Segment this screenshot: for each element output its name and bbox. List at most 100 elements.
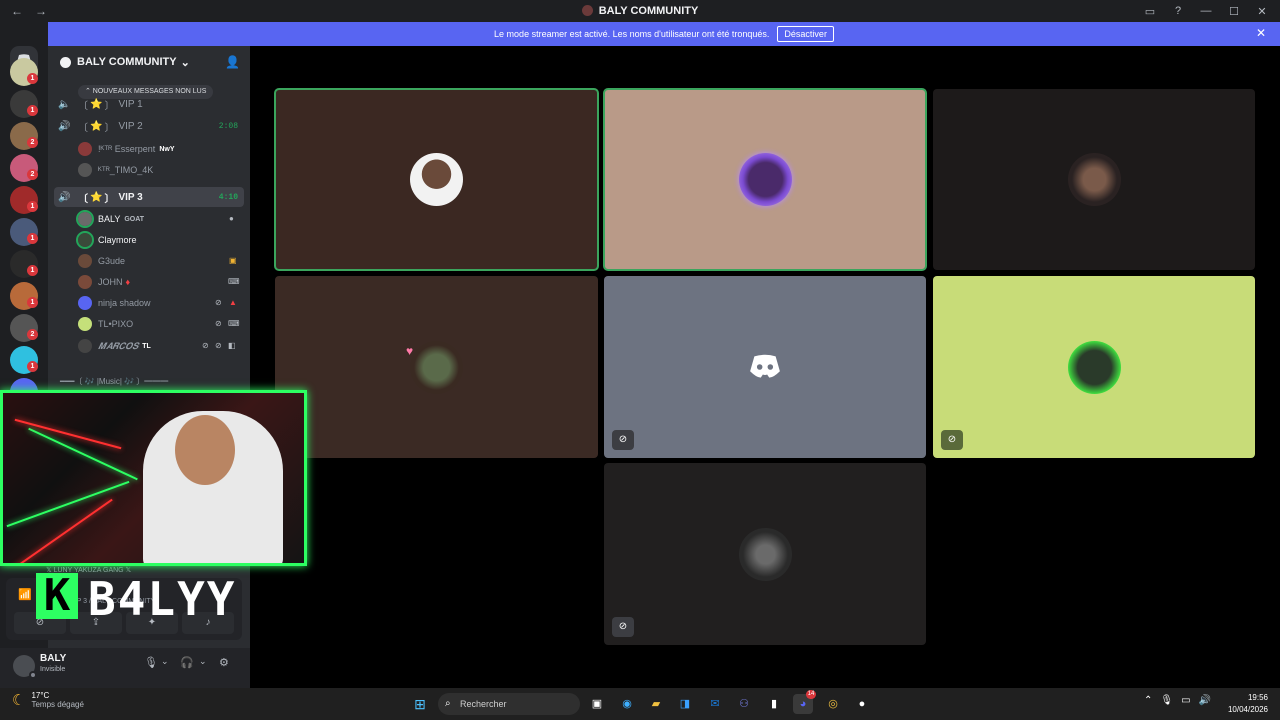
microphone-icon[interactable]: 🎙 <box>1160 695 1173 706</box>
edge-icon[interactable]: ◉ <box>617 694 637 714</box>
guild-badge: 1 <box>27 201 38 212</box>
video-tile[interactable] <box>603 88 927 271</box>
video-tile[interactable]: ⊘ <box>604 276 926 458</box>
user-name: 𝑴𝑨𝑹𝑪𝑶𝑺 <box>98 340 139 351</box>
windows-start-icon[interactable]: ⊞ <box>410 694 430 714</box>
disable-streamer-button[interactable]: Désactiver <box>777 26 834 42</box>
weather-text: Temps dégagé <box>31 700 84 709</box>
store-icon[interactable]: ◨ <box>675 694 695 714</box>
server-header[interactable]: BALY COMMUNITY ⌄ 👤 <box>48 46 250 78</box>
file-explorer-icon[interactable]: ▰ <box>646 694 666 714</box>
voice-user[interactable]: JOHN ♦ <box>78 273 130 291</box>
avatar <box>76 210 94 228</box>
chevron-down-icon[interactable]: ⌄ <box>199 656 207 667</box>
speaker-icon: 🔊 <box>58 120 71 132</box>
avatar <box>78 339 92 353</box>
outlook-icon[interactable]: ✉ <box>705 694 725 714</box>
video-tile[interactable] <box>274 88 599 271</box>
voice-user[interactable]: G3ude <box>78 252 125 270</box>
muted-mic-icon: ⊘ <box>941 430 963 450</box>
minimize-button[interactable]: — <box>1194 5 1218 17</box>
clock[interactable]: 19:56 10/04/2026 <box>1228 692 1268 716</box>
voice-user[interactable]: BALY GOAT <box>76 210 144 228</box>
overlay-logo-k: K <box>36 573 78 619</box>
voice-user[interactable]: !ᴷᵀᴿ Esserpent NwY <box>78 140 174 158</box>
user-name: Claymore <box>98 235 137 245</box>
microphone-icon[interactable]: 🎙 <box>144 656 158 669</box>
avatar <box>78 317 92 331</box>
window-title-text: BALY COMMUNITY <box>598 5 699 17</box>
video-tile[interactable]: ⊘ <box>604 463 926 645</box>
voice-channel-vip3[interactable]: 🔊 〔 ⭐ 〕 VIP 3 4:10 <box>54 187 244 207</box>
help-icon[interactable]: ? <box>1166 5 1190 17</box>
avatar <box>78 163 92 177</box>
voice-channel-vip1[interactable]: 🔈 〔 ⭐ 〕 VIP 1 <box>54 94 244 114</box>
deafened-icon: ⊘ <box>215 341 222 350</box>
terminal-icon[interactable]: ▮ <box>764 694 784 714</box>
taskbar-search[interactable]: ⌕ Rechercher <box>438 693 580 715</box>
guild-badge: 2 <box>27 137 38 148</box>
windows-taskbar: ☾ 17°C Temps dégagé ⊞ ⌕ Rechercher ▣ ◉ ▰ … <box>0 688 1280 720</box>
bracket: 〔 <box>78 193 88 205</box>
title-bar: ← → BALY COMMUNITY ▭ ? — ☐ ✕ <box>0 0 1280 22</box>
banner-message: Le mode streamer est activé. Les noms d'… <box>494 29 770 39</box>
add-member-icon[interactable]: 👤 <box>225 55 240 69</box>
status-icon: ● <box>229 214 234 223</box>
voice-user[interactable]: TL•PIXO <box>78 315 133 333</box>
heart-icon: ♥ <box>406 344 414 358</box>
chevron-up-icon[interactable]: ⌃ <box>1144 695 1152 706</box>
gamepad-icon: ⌨ <box>228 277 240 286</box>
chevron-down-icon[interactable]: ⌄ <box>161 656 169 667</box>
settings-gear-icon[interactable]: ⚙ <box>219 656 229 669</box>
maximize-button[interactable]: ☐ <box>1222 5 1246 18</box>
activity-icon: ▲ <box>229 298 237 307</box>
voice-channel-vip2[interactable]: 🔊 〔 ⭐ 〕 VIP 2 2:08 <box>54 116 244 136</box>
deafened-icon: ⊘ <box>612 617 634 637</box>
user-name: ᴷᵀᴿ_TIMO_4K <box>98 165 154 175</box>
drop-icon: ♦ <box>125 277 131 287</box>
weather-widget[interactable]: ☾ 17°C Temps dégagé <box>12 691 84 709</box>
channel-duration: 2:08 <box>218 121 238 131</box>
network-icon[interactable]: ▭ <box>1181 695 1190 706</box>
inbox-icon[interactable]: ▭ <box>1138 5 1162 18</box>
streamer-face <box>175 415 235 485</box>
speaker-icon: 🔊 <box>58 191 71 203</box>
bracket: 〕 <box>104 193 115 205</box>
voice-user[interactable]: Claymore <box>76 231 137 249</box>
discord-badge: 14 <box>806 690 816 699</box>
guild-badge: 1 <box>27 105 38 116</box>
chrome-icon[interactable]: ◎ <box>823 694 843 714</box>
headset-icon[interactable]: 🎧 <box>180 656 194 669</box>
user-name: ninja shadow <box>98 298 151 308</box>
server-icon <box>581 5 593 16</box>
volume-icon[interactable]: 🔊 <box>1199 695 1211 706</box>
video-tile[interactable]: ⊘ <box>933 276 1255 458</box>
speaker-icon: 🔈 <box>58 98 71 110</box>
voice-user[interactable]: ᴷᵀᴿ_TIMO_4K <box>78 161 153 179</box>
close-button[interactable]: ✕ <box>1250 5 1274 18</box>
back-arrow-icon[interactable]: ← <box>10 4 24 18</box>
video-tile[interactable]: ♥ <box>275 276 598 458</box>
music-category[interactable]: ━━━〔 🎶 |Music| 🎶 〕━━━ <box>60 376 230 387</box>
channel-name: VIP 3 <box>118 191 143 203</box>
app-icon[interactable]: ● <box>852 694 872 714</box>
voice-user[interactable]: ninja shadow <box>78 294 151 312</box>
clock-time: 19:56 <box>1247 693 1268 702</box>
neon-line <box>28 427 138 481</box>
neon-line <box>14 418 122 450</box>
streamer-webcam-overlay <box>0 390 307 566</box>
task-view-icon[interactable]: ▣ <box>587 694 607 714</box>
voice-user[interactable]: 𝑴𝑨𝑹𝑪𝑶𝑺 TL <box>78 337 151 355</box>
avatar <box>410 153 463 206</box>
teams-icon[interactable]: ⚇ <box>734 694 754 714</box>
server-badge-icon <box>60 56 71 68</box>
forward-arrow-icon[interactable]: → <box>34 4 48 18</box>
video-tile[interactable] <box>933 89 1255 270</box>
user-name: BALY <box>40 653 67 664</box>
system-tray: ⌃ 🎙 ▭ 🔊 <box>1144 695 1211 706</box>
search-placeholder: Rechercher <box>460 699 507 709</box>
avatar <box>78 142 92 156</box>
banner-close-icon[interactable]: ✕ <box>1256 26 1266 40</box>
avatar <box>78 254 92 268</box>
activity-icon: ◧ <box>228 341 236 350</box>
